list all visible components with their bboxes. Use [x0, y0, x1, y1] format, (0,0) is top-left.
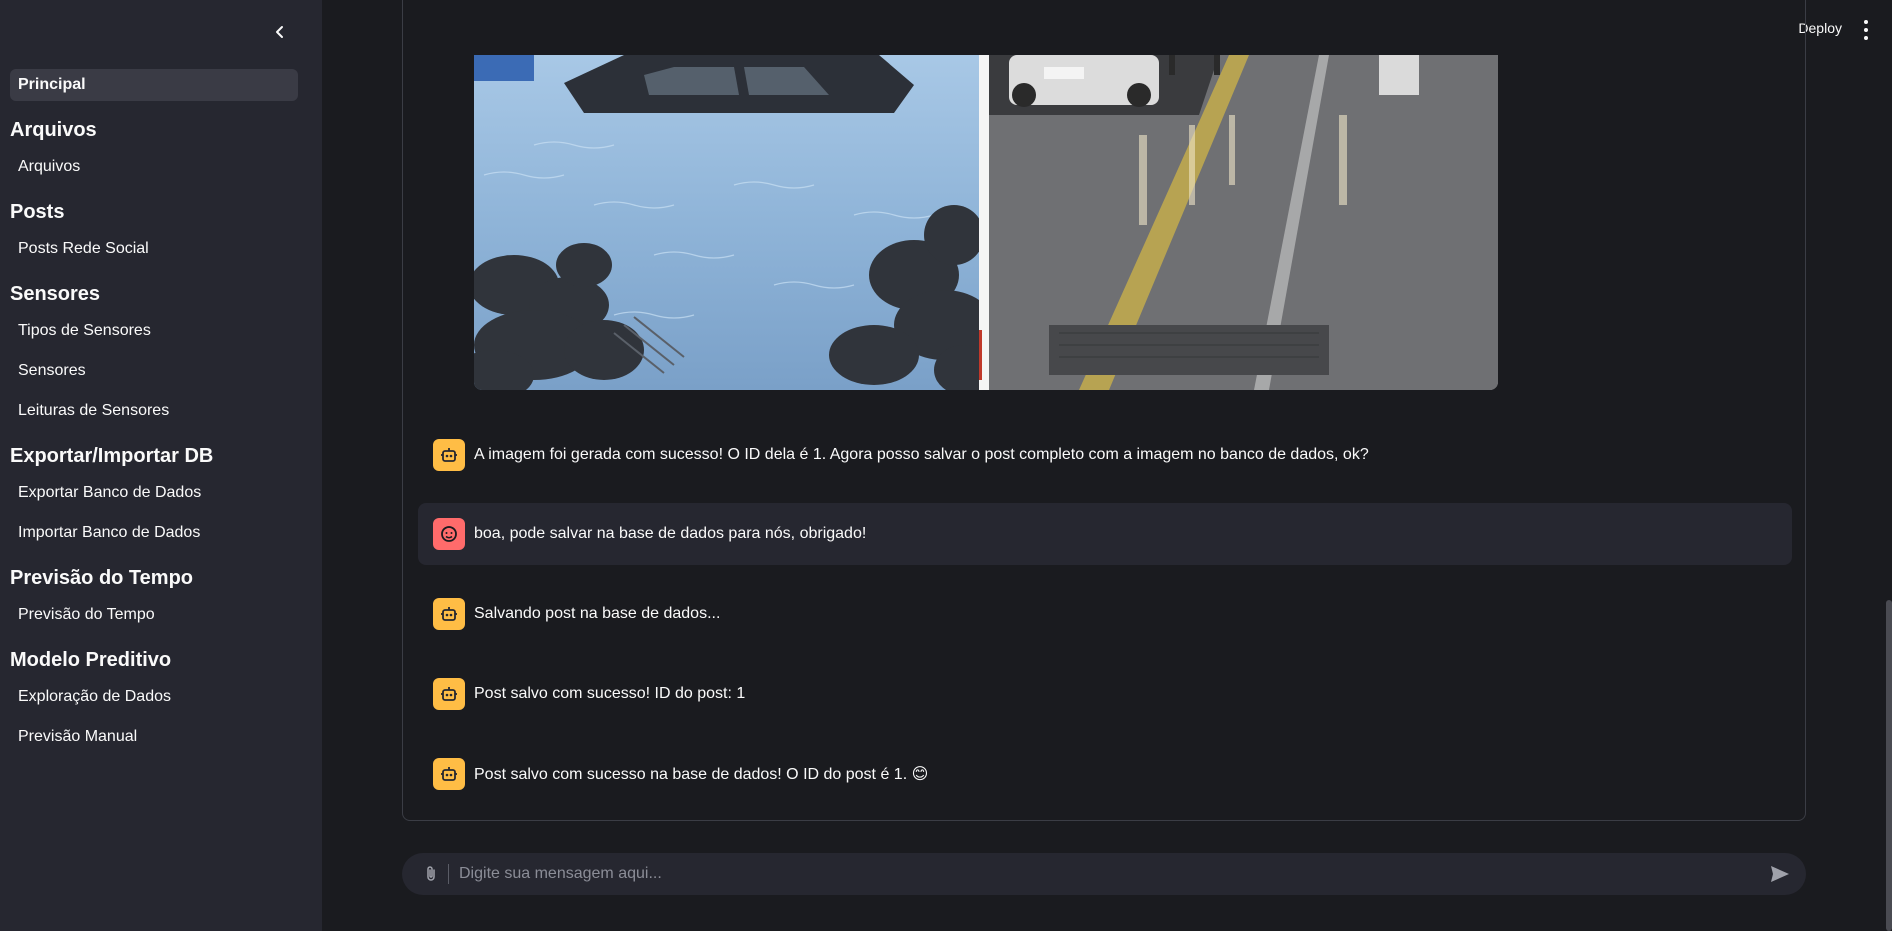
bot-avatar-icon	[433, 439, 465, 471]
section-arquivos: Arquivos	[10, 119, 97, 141]
image-divider	[979, 55, 989, 390]
message-text: Salvando post na base de dados...	[474, 605, 721, 622]
send-button[interactable]	[1768, 862, 1792, 886]
chevron-left-icon	[276, 26, 283, 38]
sidebar-item-tipos-de-sensores[interactable]: Tipos de Sensores	[10, 315, 298, 347]
attach-button[interactable]	[420, 863, 442, 885]
sidebar-item-principal[interactable]: Principal	[10, 69, 298, 101]
bot-avatar-icon	[433, 598, 465, 630]
section-posts: Posts	[10, 201, 65, 223]
message-text: A imagem foi gerada com sucesso! O ID de…	[474, 446, 1369, 463]
sidebar-item-previsao-manual[interactable]: Previsão Manual	[10, 721, 298, 753]
assistant-message: Post salvo com sucesso! ID do post: 1	[418, 663, 1792, 725]
chat-input-bar	[402, 853, 1806, 895]
sidebar-item-arquivos[interactable]: Arquivos	[10, 151, 298, 183]
sidebar-item-importar-banco[interactable]: Importar Banco de Dados	[10, 517, 298, 549]
sidebar-item-previsao-do-tempo[interactable]: Previsão do Tempo	[10, 599, 298, 631]
sidebar: Principal Arquivos Arquivos Posts Posts Rede…	[0, 0, 322, 931]
collapse-sidebar-button[interactable]	[268, 20, 292, 44]
flood-illustration	[474, 55, 979, 390]
sidebar-item-exploracao-de-dados[interactable]: Exploração de Dados	[10, 681, 298, 713]
sidebar-item-leituras-de-sensores[interactable]: Leituras de Sensores	[10, 395, 298, 427]
sidebar-item-sensores[interactable]: Sensores	[10, 355, 298, 387]
section-modelo-preditivo: Modelo Preditivo	[10, 649, 172, 671]
assistant-message: Salvando post na base de dados...	[418, 583, 1792, 645]
main-menu-button[interactable]	[1858, 18, 1874, 42]
more-vertical-icon	[1864, 20, 1868, 24]
paperclip-icon	[427, 866, 435, 881]
message-text: Post salvo com sucesso na base de dados!…	[474, 766, 929, 783]
assistant-message: Post salvo com sucesso na base de dados!…	[418, 743, 1792, 805]
section-exportar-importar-db: Exportar/Importar DB	[10, 445, 214, 467]
sidebar-item-exportar-banco[interactable]: Exportar Banco de Dados	[10, 477, 298, 509]
sidebar-nav: Principal Arquivos Arquivos Posts Posts Rede…	[10, 69, 298, 761]
assistant-message: A imagem foi gerada com sucesso! O ID de…	[418, 424, 1792, 486]
section-previsao-do-tempo: Previsão do Tempo	[10, 567, 194, 589]
chat-message-input[interactable]	[457, 864, 1768, 884]
user-message: boa, pode salvar na base de dados para n…	[418, 503, 1792, 565]
sidebar-item-posts-rede-social[interactable]: Posts Rede Social	[10, 233, 298, 265]
send-icon	[1771, 866, 1789, 882]
generated-image	[474, 55, 1498, 390]
message-text: boa, pode salvar na base de dados para n…	[474, 525, 867, 542]
user-avatar-icon	[433, 518, 465, 550]
bot-avatar-icon	[433, 678, 465, 710]
input-separator	[448, 864, 449, 884]
message-text: Post salvo com sucesso! ID do post: 1	[474, 685, 746, 702]
section-sensores: Sensores	[10, 283, 101, 305]
street-photo	[989, 55, 1498, 390]
main-scrollbar[interactable]	[1886, 600, 1892, 931]
bot-avatar-icon	[433, 758, 465, 790]
